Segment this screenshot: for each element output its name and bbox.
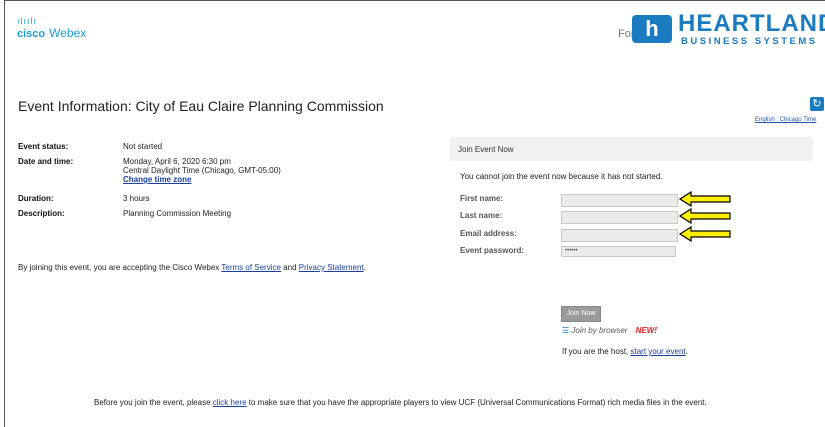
change-timezone-link[interactable]: Change time zone bbox=[123, 175, 191, 184]
heartland-logo-icon: h bbox=[632, 15, 672, 43]
start-your-event-link[interactable]: start your event bbox=[630, 347, 685, 356]
terms-suffix: . bbox=[363, 263, 366, 272]
page-title: Event Information: City of Eau Claire Pl… bbox=[18, 98, 384, 114]
page-frame: ılıılı cisco Webex For h HEARTLAND BUSINE… bbox=[4, 0, 825, 427]
player-check-notice: Before you join the event, please click … bbox=[94, 398, 754, 407]
join-by-browser[interactable]: ☰ Join by browser NEW! bbox=[562, 326, 657, 335]
cisco-wordmark: cisco bbox=[17, 28, 46, 40]
event-status-value: Not started bbox=[123, 142, 163, 151]
join-by-browser-link[interactable]: Join by browser bbox=[571, 326, 627, 335]
first-name-input[interactable] bbox=[561, 194, 678, 207]
not-started-notice: You cannot join the event now because it… bbox=[460, 172, 663, 181]
cisco-bars-icon: ılıılı bbox=[17, 16, 38, 26]
email-label: Email address: bbox=[460, 229, 517, 238]
description-label: Description: bbox=[18, 209, 65, 218]
refresh-icon[interactable]: ↻ bbox=[810, 97, 824, 111]
first-name-label: First name: bbox=[460, 194, 504, 203]
footer-prefix: Before you join the event, please bbox=[94, 398, 213, 407]
heartland-name: HEARTLAND bbox=[678, 10, 825, 37]
join-now-button[interactable]: Join Now bbox=[561, 306, 601, 322]
arrow-left-icon bbox=[679, 208, 731, 224]
email-input[interactable] bbox=[561, 229, 678, 242]
heartland-subtitle: BUSINESS SYSTEMS bbox=[681, 36, 818, 47]
terms-prefix: By joining this event, you are accepting… bbox=[18, 263, 222, 272]
join-event-header: Join Event Now bbox=[450, 137, 813, 161]
arrow-left-icon bbox=[679, 191, 731, 207]
join-event-title: Join Event Now bbox=[458, 145, 514, 154]
duration-label: Duration: bbox=[18, 194, 54, 203]
host-suffix: . bbox=[685, 347, 688, 356]
description-value: Planning Commission Meeting bbox=[123, 209, 232, 218]
browser-icon: ☰ bbox=[562, 326, 570, 335]
date-time-value: Monday, April 6, 2020 6:30 pm bbox=[123, 157, 231, 166]
language-timezone-link[interactable]: English : Chicago Time bbox=[755, 117, 816, 123]
terms-and: and bbox=[280, 263, 299, 272]
event-password-input[interactable]: •••••• bbox=[561, 246, 676, 257]
terms-notice: By joining this event, you are accepting… bbox=[18, 263, 378, 272]
new-badge: NEW! bbox=[635, 326, 657, 335]
event-status-label: Event status: bbox=[18, 142, 69, 151]
arrow-left-icon bbox=[679, 226, 731, 242]
cisco-webex-logo: ılıılı cisco Webex bbox=[17, 17, 86, 41]
host-notice: If you are the host, start your event. bbox=[562, 347, 688, 356]
last-name-label: Last name: bbox=[460, 211, 503, 220]
event-password-label: Event password: bbox=[460, 246, 525, 255]
last-name-input[interactable] bbox=[561, 211, 678, 224]
webex-product-name: Webex bbox=[49, 26, 87, 40]
date-time-label: Date and time: bbox=[18, 157, 74, 166]
terms-of-service-link[interactable]: Terms of Service bbox=[221, 263, 281, 272]
privacy-statement-link[interactable]: Privacy Statement bbox=[299, 263, 364, 272]
footer-suffix: to make sure that you have the appropria… bbox=[246, 398, 707, 407]
timezone-value: Central Daylight Time (Chicago, GMT-05:0… bbox=[123, 166, 281, 175]
duration-value: 3 hours bbox=[123, 194, 150, 203]
host-prefix: If you are the host, bbox=[562, 347, 631, 356]
click-here-link[interactable]: click here bbox=[213, 398, 247, 407]
